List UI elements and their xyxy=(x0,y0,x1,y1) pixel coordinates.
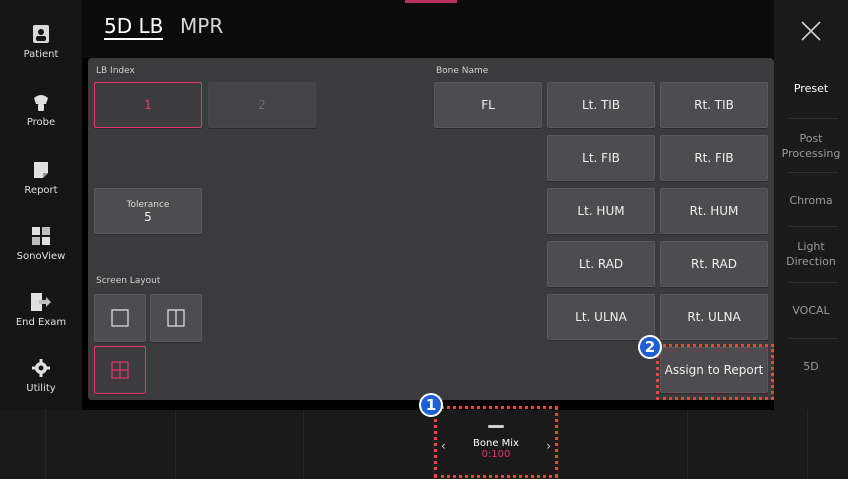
close-icon xyxy=(801,21,821,41)
top-accent-bar xyxy=(405,0,457,3)
callout-badge-2: 2 xyxy=(638,335,662,359)
sidebar-item-label: SonoView xyxy=(16,250,66,262)
tab-mpr[interactable]: MPR xyxy=(180,14,223,38)
bottom-cell[interactable] xyxy=(0,410,46,479)
sidebar-item-label: End Exam xyxy=(15,316,67,328)
bottom-cell[interactable] xyxy=(688,410,808,479)
close-button[interactable] xyxy=(774,0,848,62)
sidebar-item-label: Patient xyxy=(23,48,59,60)
bone-mix-value: 0:100 xyxy=(481,448,511,460)
bone-button-rt-rad[interactable]: Rt. RAD xyxy=(660,241,768,287)
bone-button-lt-tib[interactable]: Lt. TIB xyxy=(547,82,655,128)
menu-item-5d[interactable]: 5D xyxy=(774,338,848,394)
layout-dual-button[interactable] xyxy=(150,294,202,342)
sidebar-item-label: Utility xyxy=(26,382,56,394)
menu-item-light-direction[interactable]: Light Direction xyxy=(774,226,848,282)
drag-handle-icon[interactable] xyxy=(488,424,504,428)
menu-item-label: Post Processing xyxy=(781,132,841,160)
bottom-cell[interactable] xyxy=(46,410,176,479)
assign-highlight-outline xyxy=(656,344,774,400)
gear-icon xyxy=(30,357,52,379)
tolerance-value: 5 xyxy=(144,210,152,224)
layout-quad-button[interactable] xyxy=(94,346,146,394)
sidebar-item-label: Probe xyxy=(26,116,56,128)
layout-single-button[interactable] xyxy=(94,294,146,342)
lb-index-button-1[interactable]: 1 xyxy=(94,82,202,128)
single-layout-icon xyxy=(111,309,129,327)
report-icon xyxy=(30,159,52,181)
bone-button-rt-fib[interactable]: Rt. FIB xyxy=(660,135,768,181)
bone-button-rt-tib[interactable]: Rt. TIB xyxy=(660,82,768,128)
lb-index-label: LB Index xyxy=(96,66,135,76)
sidebar-item-patient[interactable]: Patient xyxy=(0,8,82,74)
bone-button-fl[interactable]: FL xyxy=(434,82,542,128)
dual-layout-icon xyxy=(167,309,185,327)
sonoview-icon xyxy=(30,225,52,247)
sidebar-item-sonoview[interactable]: SonoView xyxy=(0,210,82,276)
quad-layout-icon xyxy=(111,361,129,379)
bone-button-lt-ulna[interactable]: Lt. ULNA xyxy=(547,294,655,340)
bone-button-lt-rad[interactable]: Lt. RAD xyxy=(547,241,655,287)
bone-button-rt-hum[interactable]: Rt. HUM xyxy=(660,188,768,234)
bone-button-rt-ulna[interactable]: Rt. ULNA xyxy=(660,294,768,340)
menu-item-post-processing[interactable]: Post Processing xyxy=(774,118,848,174)
sidebar-item-probe[interactable]: Probe xyxy=(0,76,82,142)
probe-icon xyxy=(30,91,52,113)
chevron-right-icon[interactable]: › xyxy=(546,439,551,453)
end-exam-icon xyxy=(30,291,52,313)
sidebar-item-utility[interactable]: Utility xyxy=(0,342,82,408)
bone-mix-control[interactable]: ‹ Bone Mix 0:100 › xyxy=(434,406,558,478)
tab-5d-lb[interactable]: 5D LB xyxy=(104,14,164,40)
bone-name-label: Bone Name xyxy=(436,66,489,76)
top-header: 5D LB MPR xyxy=(82,0,774,58)
bone-mix-label: Bone Mix xyxy=(473,437,519,449)
callout-badge-1: 1 xyxy=(419,393,443,417)
bone-button-lt-hum[interactable]: Lt. HUM xyxy=(547,188,655,234)
menu-item-vocal[interactable]: VOCAL xyxy=(774,282,848,338)
menu-item-preset[interactable]: Preset xyxy=(774,60,848,116)
sidebar-item-report[interactable]: Report xyxy=(0,144,82,210)
tolerance-button[interactable]: Tolerance 5 xyxy=(94,188,202,234)
menu-item-label: Light Direction xyxy=(786,240,836,268)
lb-index-button-2[interactable]: 2 xyxy=(208,82,316,128)
sidebar-item-label: Report xyxy=(24,184,58,196)
menu-item-chroma[interactable]: Chroma xyxy=(774,172,848,228)
bottom-cell[interactable] xyxy=(558,410,688,479)
sidebar-item-end-exam[interactable]: End Exam xyxy=(0,276,82,342)
bottom-cell[interactable] xyxy=(304,410,434,479)
chevron-left-icon[interactable]: ‹ xyxy=(441,439,446,453)
bone-button-lt-fib[interactable]: Lt. FIB xyxy=(547,135,655,181)
screen-layout-label: Screen Layout xyxy=(96,276,161,286)
patient-icon xyxy=(30,23,52,45)
bottom-cell[interactable] xyxy=(176,410,304,479)
